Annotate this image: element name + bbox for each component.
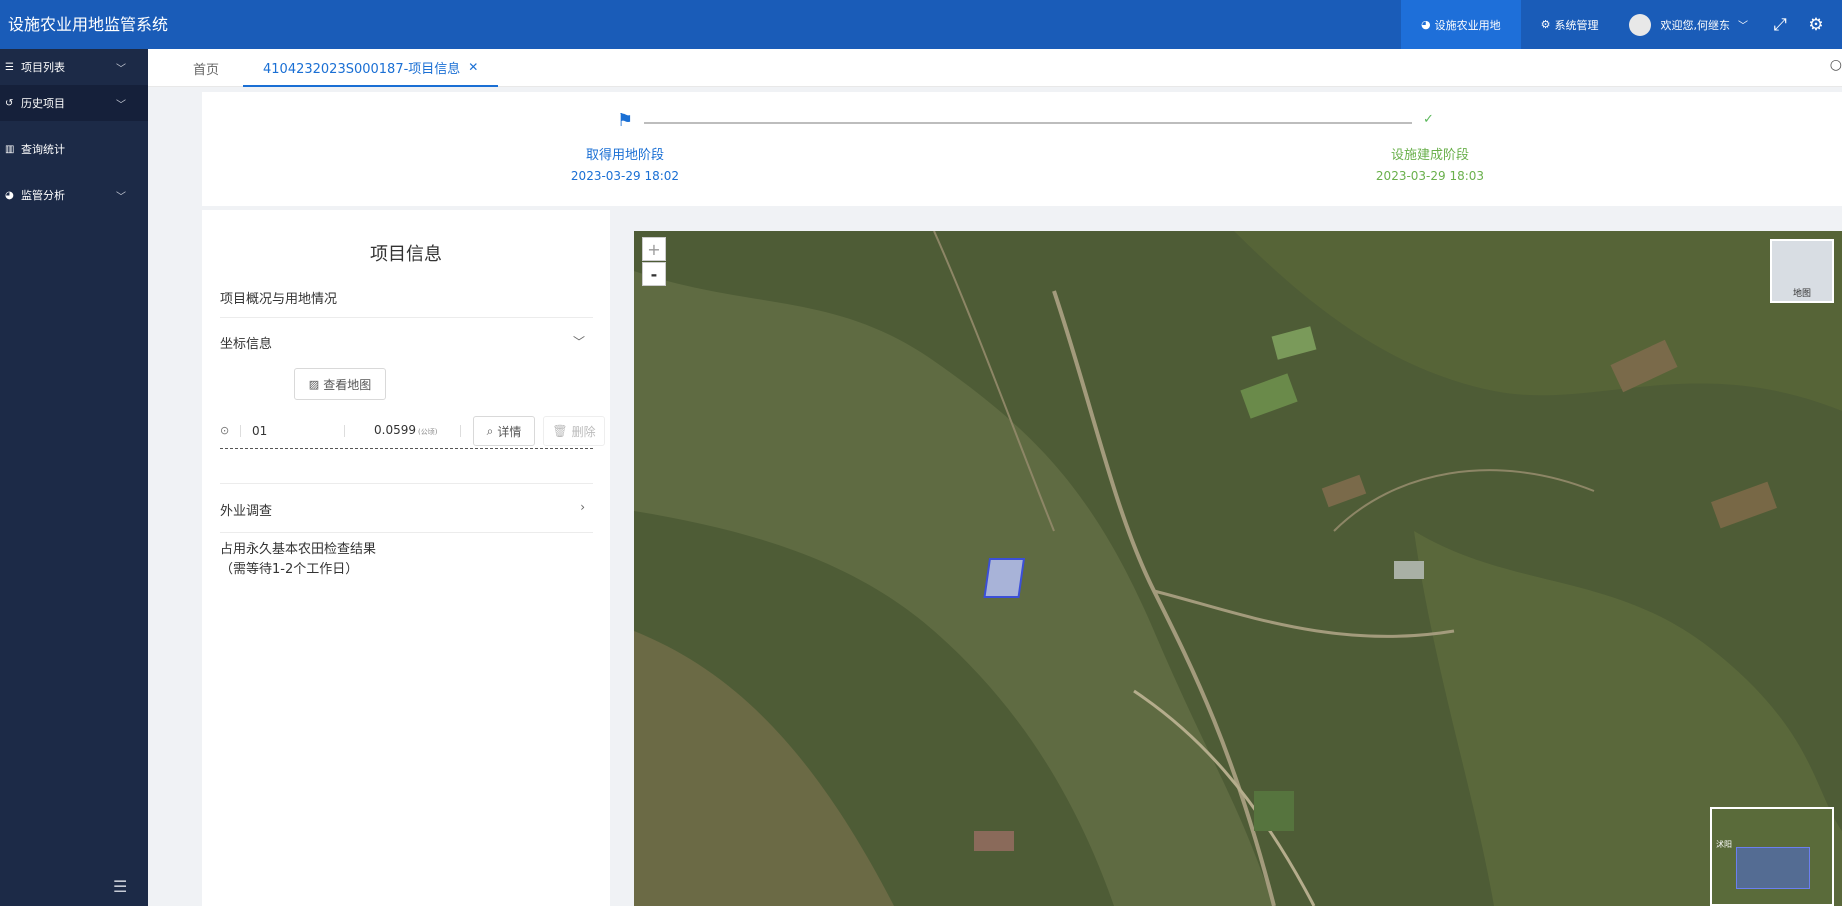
divider <box>344 425 345 437</box>
history-icon: ↺ <box>5 97 14 109</box>
step-1-date: 2023-03-29 18:02 <box>570 169 680 183</box>
detail-button[interactable]: ⌕ 详情 <box>473 416 535 446</box>
gears-icon: ⚙ <box>1540 18 1551 31</box>
close-icon[interactable]: ✕ <box>468 60 478 74</box>
sidebar: ☰ 项目列表 ﹀ ↺ 历史项目 ﹀ ▥ 查询统计 ◕ 监管分析 ﹀ ☰ <box>0 49 148 906</box>
nav-facility-land-label: 设施农业用地 <box>1434 18 1501 32</box>
tab-home[interactable]: 首页 <box>193 49 219 87</box>
map-overview[interactable]: 沭阳 <box>1710 807 1834 906</box>
coordinate-area: 0.0599 (公顷) <box>374 423 437 437</box>
layer-switch-label: 地图 <box>1792 289 1811 299</box>
map-layer-switch[interactable]: 地图 <box>1770 239 1834 303</box>
user-menu[interactable]: 欢迎您,何继东 ﹀ <box>1619 0 1763 49</box>
coordinate-row: ⊙ 01 0.0599 (公顷) ⌕ 详情 🗑 删除 <box>220 413 605 449</box>
divider <box>460 425 461 437</box>
chevron-down-icon: ﹀ <box>116 63 126 75</box>
area-unit: (公顷) <box>418 428 438 436</box>
overview-label: 沭阳 <box>1716 840 1732 849</box>
bar-chart-icon: ▥ <box>5 143 15 155</box>
panel-title: 项目信息 <box>370 244 442 265</box>
check-icon: ✓ <box>1423 112 1434 127</box>
tab-project-info-label: 4104232023S000187-项目信息 <box>263 61 461 77</box>
delete-label: 删除 <box>571 424 596 439</box>
overview-extent <box>1736 847 1810 889</box>
list-icon: ☰ <box>5 61 14 73</box>
detail-label: 详情 <box>497 424 522 439</box>
overview-label: 项目概况与用地情况 <box>220 292 338 307</box>
tab-project-info[interactable]: 4104232023S000187-项目信息 ✕ <box>243 49 499 87</box>
sidebar-item-label: 查询统计 <box>21 143 65 156</box>
zoom-in-button[interactable]: + <box>642 237 666 261</box>
top-bar: 设施农业用地监管系统 ◕ 设施农业用地 ⚙ 系统管理 欢迎您,何继东 ﹀ ⤢ ⚙ <box>0 0 1842 49</box>
trash-icon: 🗑 <box>552 424 568 438</box>
location-pin-icon: ⊙ <box>220 424 230 437</box>
nav-facility-land[interactable]: ◕ 设施农业用地 <box>1401 0 1521 49</box>
field-survey-label: 外业调查 <box>220 504 273 519</box>
overview-section[interactable]: 项目概况与用地情况 <box>220 288 593 318</box>
step-1-label: 取得用地阶段 <box>585 148 664 163</box>
check-result-title: 占用永久基本农田检查结果 <box>220 542 377 557</box>
farmland-check-result: 占用永久基本农田检查结果 （需等待1-2个工作日） <box>220 540 593 580</box>
sidebar-item-supervision[interactable]: ◕ 监管分析 ﹀ <box>0 177 148 213</box>
chevron-down-icon: ﹀ <box>572 335 585 349</box>
image-icon: ▨ <box>308 377 320 391</box>
satellite-map[interactable]: + - 地图 沭阳 <box>634 231 1842 906</box>
step-2-label: 设施建成阶段 <box>1390 148 1469 163</box>
view-map-button[interactable]: ▨ 查看地图 <box>294 368 386 400</box>
sidebar-item-label: 项目列表 <box>21 61 65 74</box>
sidebar-item-label: 监管分析 <box>21 189 65 202</box>
pie-chart-icon: ◕ <box>5 189 14 201</box>
app-title: 设施农业用地监管系统 <box>8 15 169 34</box>
coordinate-label: 坐标信息 <box>220 337 273 352</box>
zoom-out-button[interactable]: - <box>642 262 666 286</box>
chevron-down-icon: ﹀ <box>1738 21 1748 32</box>
area-value: 0.0599 <box>374 423 416 437</box>
field-survey-section[interactable]: 外业调查 › <box>220 483 593 533</box>
chevron-down-icon: ﹀ <box>116 99 126 111</box>
sidebar-item-label: 历史项目 <box>21 97 65 110</box>
search-icon[interactable]: ○ <box>1830 57 1842 73</box>
check-result-note: （需等待1-2个工作日） <box>220 562 359 577</box>
stage-stepper: ⚑ ✓ 取得用地阶段 2023-03-29 18:02 设施建成阶段 2023-… <box>202 92 1842 206</box>
sidebar-item-history[interactable]: ↺ 历史项目 ﹀ <box>0 85 148 121</box>
avatar <box>1628 13 1651 36</box>
step-2-date: 2023-03-29 18:03 <box>1375 169 1485 183</box>
search-icon: ⌕ <box>486 423 494 438</box>
chevron-right-icon: › <box>580 500 585 514</box>
coordinate-code: 01 <box>252 424 268 438</box>
project-info-panel: 项目信息 项目概况与用地情况 坐标信息 ﹀ ▨ 查看地图 ⊙ 01 0.0599… <box>202 210 610 906</box>
chevron-down-icon: ﹀ <box>116 191 126 203</box>
divider <box>240 425 241 437</box>
expand-icon[interactable]: ⤢ <box>1762 0 1798 49</box>
sidebar-item-query-stats[interactable]: ▥ 查询统计 <box>0 131 148 167</box>
user-greeting: 欢迎您,何继东 <box>1660 18 1731 32</box>
delete-button[interactable]: 🗑 删除 <box>543 416 605 446</box>
tab-bar: 首页 4104232023S000187-项目信息 ✕ ○ <box>148 49 1842 87</box>
collapse-menu-icon[interactable]: ☰ <box>113 877 127 896</box>
view-map-label: 查看地图 <box>323 377 372 392</box>
gear-icon[interactable]: ⚙ <box>1798 0 1834 49</box>
nav-system-management-label: 系统管理 <box>1554 18 1599 32</box>
sidebar-item-project-list[interactable]: ☰ 项目列表 ﹀ <box>0 49 148 85</box>
satellite-imagery <box>634 231 1842 906</box>
step-connector <box>644 122 1412 124</box>
pie-chart-icon: ◕ <box>1421 18 1431 31</box>
nav-system-management[interactable]: ⚙ 系统管理 <box>1521 0 1619 49</box>
coordinate-section-header[interactable]: 坐标信息 ﹀ <box>220 333 593 363</box>
top-nav: ◕ 设施农业用地 ⚙ 系统管理 欢迎您,何继东 ﹀ ⤢ ⚙ <box>1401 0 1842 49</box>
flag-icon: ⚑ <box>617 110 634 131</box>
